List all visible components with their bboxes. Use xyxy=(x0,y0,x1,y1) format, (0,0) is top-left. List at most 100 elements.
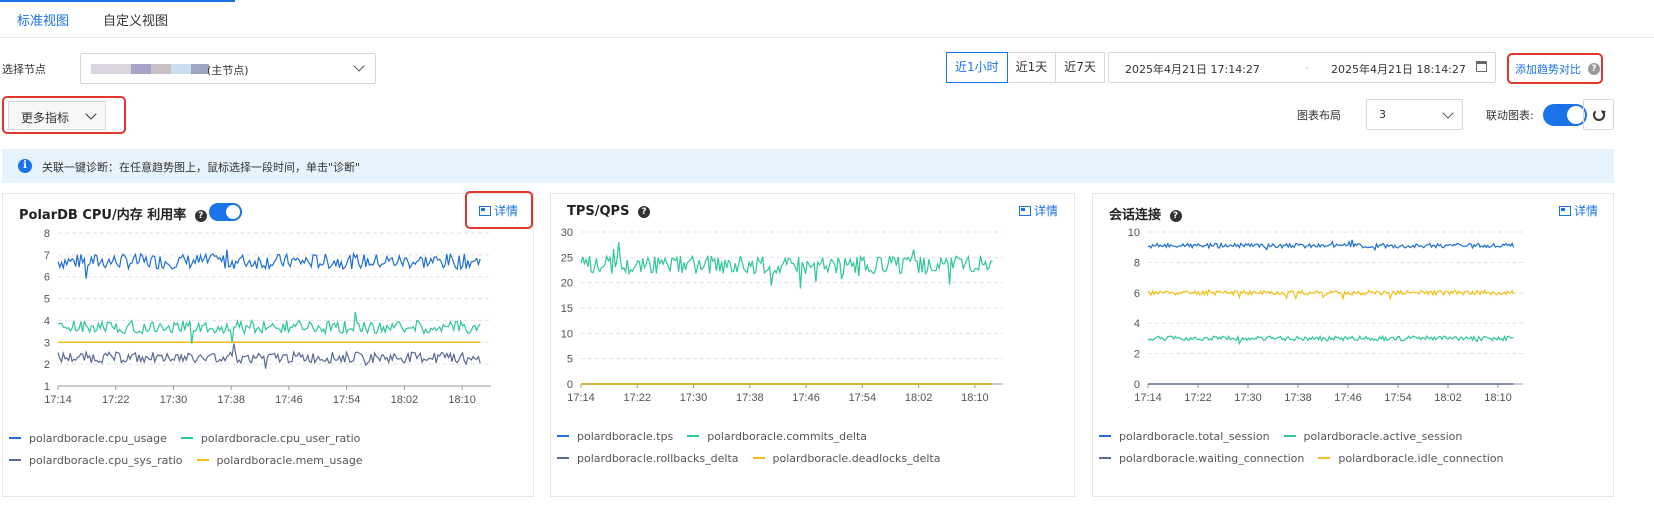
y-tick-label: 10 xyxy=(1128,227,1140,239)
end-time[interactable]: 2025年4月21日 18:14:27 xyxy=(1331,61,1466,77)
legend-item[interactable]: polardboracle.rollbacks_delta xyxy=(557,447,739,469)
node-select[interactable]: (主节点) xyxy=(80,53,376,84)
legend-item[interactable]: polardboracle.cpu_usage xyxy=(9,427,167,449)
series-line[interactable] xyxy=(57,249,481,279)
range-1h-button[interactable]: 近1小时 xyxy=(946,52,1008,83)
chart-layout-label: 图表布局 xyxy=(1297,109,1341,122)
x-tick-label: 17:14 xyxy=(44,394,72,406)
legend-label: polardboracle.total_session xyxy=(1119,429,1270,443)
x-tick-label: 17:38 xyxy=(736,392,764,404)
refresh-icon xyxy=(1593,109,1605,121)
y-tick-label: 5 xyxy=(44,294,50,306)
x-tick-label: 17:38 xyxy=(217,394,245,406)
series-line[interactable] xyxy=(1147,288,1515,302)
legend-item[interactable]: polardboracle.cpu_sys_ratio xyxy=(9,449,183,471)
series-line[interactable] xyxy=(580,242,993,289)
y-tick-label: 8 xyxy=(1134,257,1140,269)
help-icon[interactable]: ? xyxy=(1588,63,1600,75)
notice-text: 关联一键诊断：在任意趋势图上，鼠标选择一段时间，单击"诊断" xyxy=(42,161,361,174)
y-tick-label: 20 xyxy=(561,278,573,290)
y-tick-label: 4 xyxy=(1134,318,1140,330)
legend-item[interactable]: polardboracle.total_session xyxy=(1099,425,1270,447)
active-tab-indicator xyxy=(0,0,235,2)
linked-charts-label: 联动图表: xyxy=(1486,109,1534,122)
legend-label: polardboracle.active_session xyxy=(1303,429,1463,443)
legend-item[interactable]: polardboracle.deadlocks_delta xyxy=(752,447,940,469)
info-icon: i xyxy=(18,159,32,173)
legend-item[interactable]: polardboracle.waiting_connection xyxy=(1099,447,1304,469)
more-metrics-label: 更多指标 xyxy=(21,111,70,125)
legend-item[interactable]: polardboracle.cpu_user_ratio xyxy=(180,427,361,449)
legend-label: polardboracle.tps xyxy=(577,429,674,443)
y-tick-label: 6 xyxy=(1134,288,1140,300)
legend-swatch xyxy=(557,457,569,459)
y-tick-label: 6 xyxy=(44,272,50,284)
tab-custom-view[interactable]: 自定义视图 xyxy=(103,10,168,29)
legend-item[interactable]: polardboracle.mem_usage xyxy=(196,449,363,471)
range-separator: - xyxy=(1305,61,1309,74)
legend-label: polardboracle.cpu_sys_ratio xyxy=(29,453,183,467)
chart-card-cpu-memory: PolarDB CPU/内存 利用率 ? 详情 1 2 3 4 5 6 7 8 17:14 17:… xyxy=(2,193,534,497)
range-7d-button[interactable]: 近7天 xyxy=(1055,52,1105,83)
y-tick-label: 10 xyxy=(561,328,573,340)
series-line[interactable] xyxy=(1147,239,1515,252)
x-tick-label: 17:54 xyxy=(1384,392,1412,404)
chart-layout-value: 3 xyxy=(1379,108,1386,121)
legend-item[interactable]: polardboracle.active_session xyxy=(1283,425,1463,447)
chart-plot[interactable]: 0 2 4 6 8 10 17:14 17:22 17:30 17:38 17:46 17:54 18:… xyxy=(1093,194,1615,424)
calendar-icon[interactable] xyxy=(1476,61,1487,72)
refresh-button[interactable] xyxy=(1583,99,1614,130)
series-line[interactable] xyxy=(57,311,481,344)
linked-charts-toggle[interactable] xyxy=(1543,104,1587,126)
legend-item[interactable]: polardboracle.tps xyxy=(557,425,673,447)
chart-legend: polardboracle.total_session polardboracle… xyxy=(1099,425,1611,469)
x-tick-label: 18:02 xyxy=(905,392,933,404)
y-tick-label: 3 xyxy=(44,337,50,349)
x-tick-label: 17:22 xyxy=(624,392,652,404)
chevron-down-icon xyxy=(353,60,365,72)
more-metrics-button[interactable]: 更多指标 xyxy=(8,101,106,130)
series-line[interactable] xyxy=(57,343,481,369)
legend-swatch xyxy=(196,459,209,461)
tab-standard-view[interactable]: 标准视图 xyxy=(17,10,69,29)
chart-layout-select[interactable]: 3 xyxy=(1366,99,1463,130)
node-name-mask xyxy=(91,64,209,74)
legend-item[interactable]: polardboracle.idle_connection xyxy=(1318,447,1504,469)
y-tick-label: 25 xyxy=(561,252,573,264)
chart-card-sessions: 会话连接 ? 详情 0 2 4 6 8 10 17:14 17:22 17:30 17:38 17:… xyxy=(1092,193,1614,497)
y-tick-label: 1 xyxy=(44,381,50,393)
start-time[interactable]: 2025年4月21日 17:14:27 xyxy=(1125,61,1260,77)
legend-label: polardboracle.rollbacks_delta xyxy=(577,451,739,465)
x-tick-label: 18:02 xyxy=(391,394,419,406)
x-tick-label: 17:30 xyxy=(1234,392,1262,404)
legend-item[interactable]: polardboracle.commits_delta xyxy=(687,425,867,447)
time-range-group: 近1小时 近1天 近7天 xyxy=(946,52,1105,83)
legend-swatch xyxy=(557,435,569,437)
add-trend-highlight: 添加趋势对比 ? xyxy=(1507,53,1603,84)
x-tick-label: 17:54 xyxy=(333,394,361,406)
y-tick-label: 2 xyxy=(1134,349,1140,361)
legend-swatch xyxy=(752,457,765,459)
view-tabs: 标准视图 自定义视图 xyxy=(0,0,1654,38)
legend-swatch xyxy=(687,435,700,437)
chevron-down-icon xyxy=(85,108,97,120)
legend-swatch xyxy=(1099,457,1111,459)
series-line[interactable] xyxy=(1147,334,1514,346)
legend-swatch xyxy=(180,437,193,439)
diagnosis-notice: i 关联一键诊断：在任意趋势图上，鼠标选择一段时间，单击"诊断" xyxy=(2,149,1614,183)
legend-label: polardboracle.cpu_user_ratio xyxy=(200,431,361,445)
y-tick-label: 0 xyxy=(567,379,573,391)
legend-swatch xyxy=(1099,435,1111,437)
detail-highlight xyxy=(465,191,533,229)
date-range-picker[interactable]: 2025年4月21日 17:14:27 - 2025年4月21日 18:14:2… xyxy=(1108,52,1496,83)
x-tick-label: 17:14 xyxy=(567,392,595,404)
chart-plot[interactable]: 0 5 10 15 20 25 30 17:14 17:22 17:30 17:38 17:46 17:… xyxy=(551,194,1076,424)
x-tick-label: 17:46 xyxy=(792,392,820,404)
chart-plot[interactable]: 1 2 3 4 5 6 7 8 17:14 17:22 17:30 17:38 17:46 17:54 18… xyxy=(3,194,535,424)
y-tick-label: 7 xyxy=(44,250,50,262)
legend-label: polardboracle.commits_delta xyxy=(707,429,868,443)
add-trend-compare-link[interactable]: 添加趋势对比 xyxy=(1515,61,1581,77)
x-tick-label: 17:30 xyxy=(160,394,188,406)
range-1d-button[interactable]: 近1天 xyxy=(1006,52,1057,83)
x-tick-label: 17:46 xyxy=(1334,392,1362,404)
